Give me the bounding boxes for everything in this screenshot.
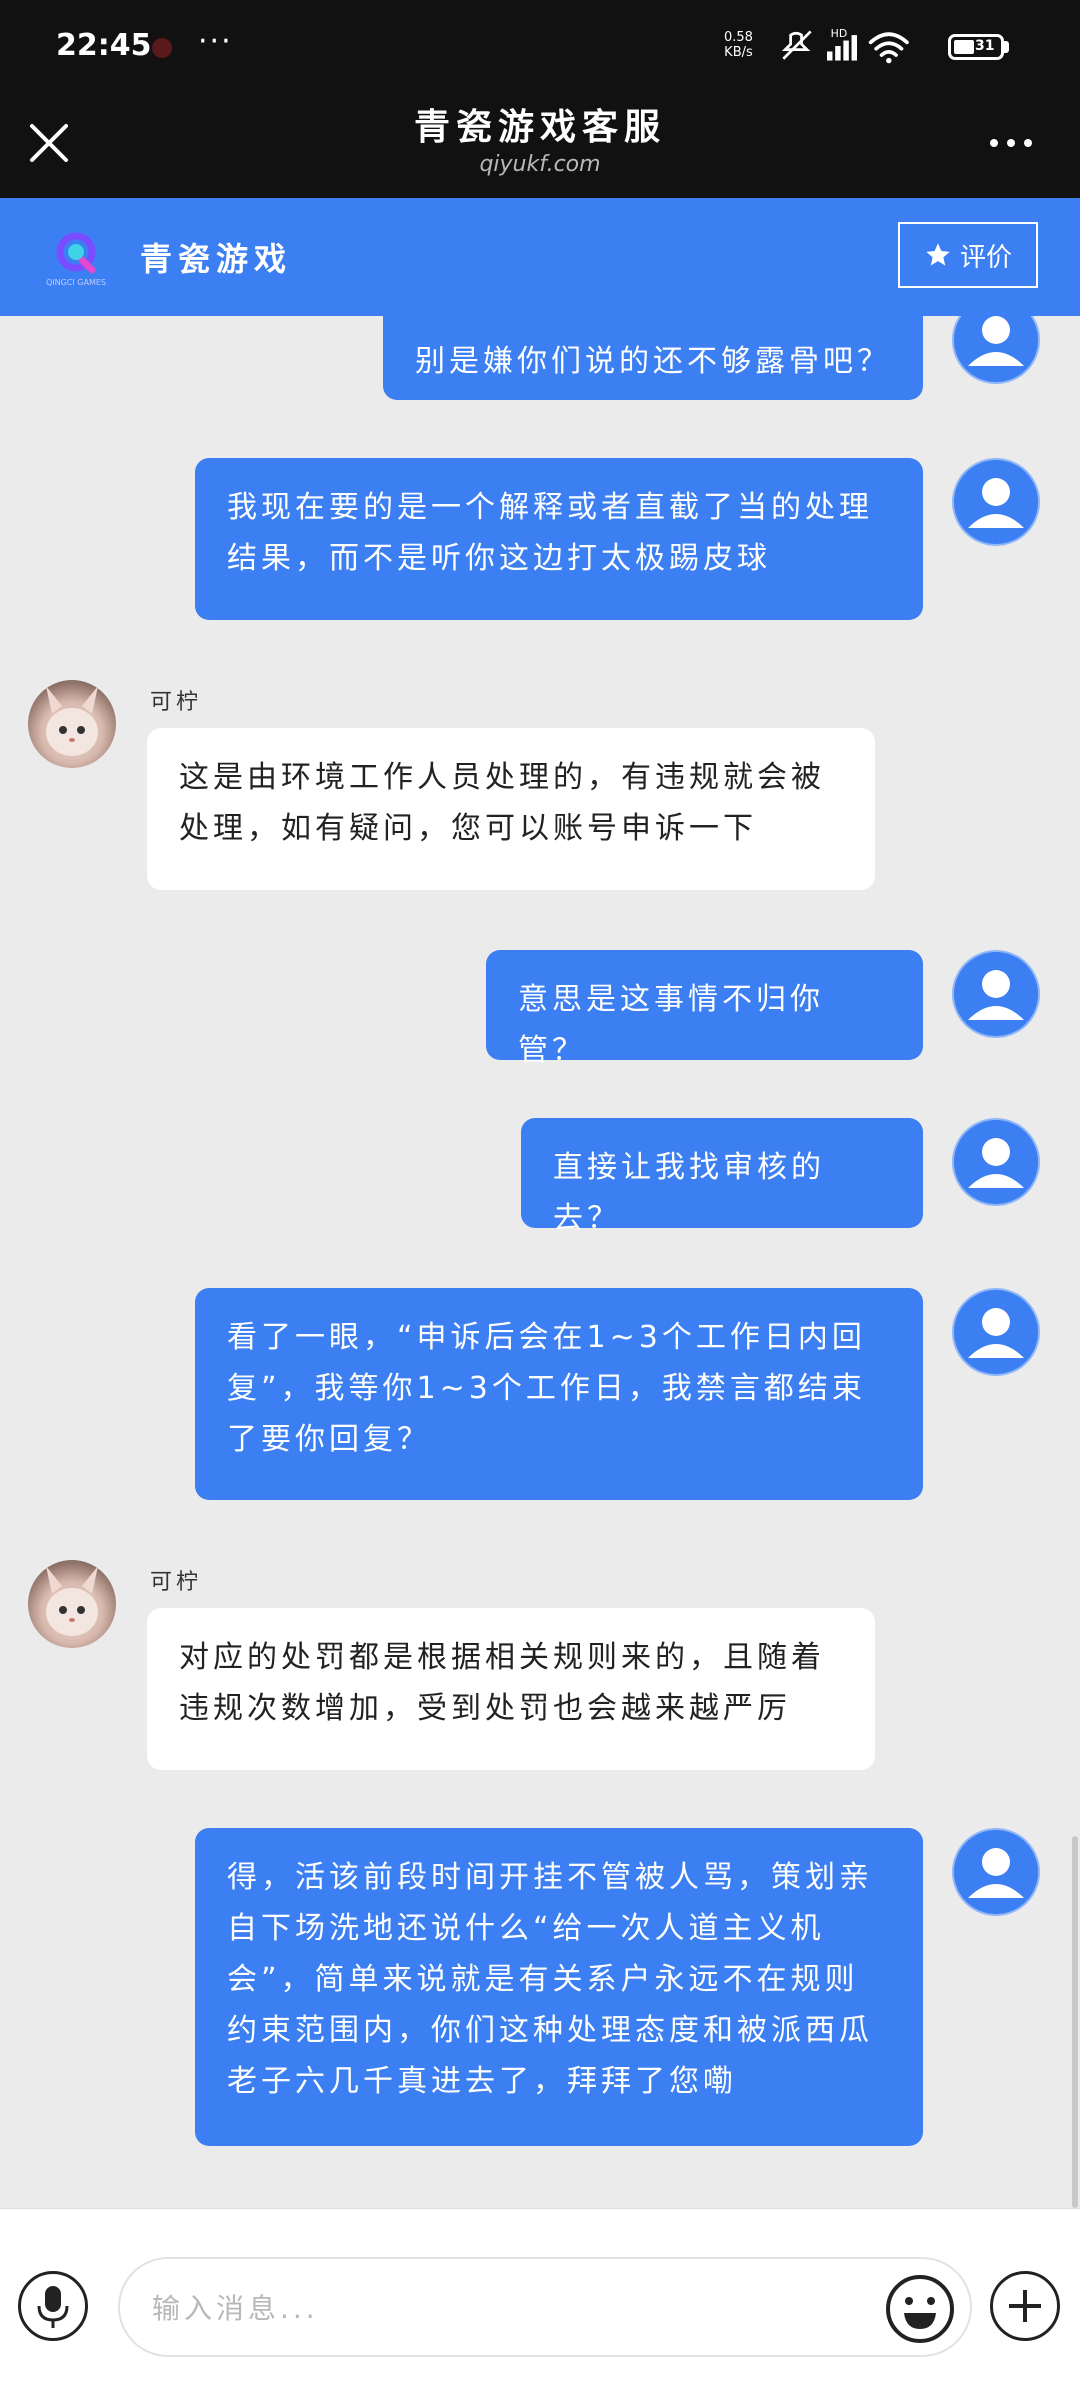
page-subtitle: qiyukf.com — [479, 152, 601, 177]
emoji-icon[interactable] — [884, 2273, 956, 2345]
message-input[interactable] — [150, 2287, 774, 2329]
user-message-bubble: 看了一眼，“申诉后会在1~3个工作日内回复”，我等你1~3个工作日，我禁言都结束… — [195, 1288, 923, 1500]
user-avatar — [952, 1288, 1040, 1376]
brand-logo-text: QINGCI GAMES — [45, 278, 107, 287]
chat-area[interactable]: 别是嫌你们说的还不够露骨吧？ 我现在要的是一个解释或者直截了当的处理结果，而不是… — [0, 316, 1080, 2208]
network-speed-value: 0.58 — [724, 30, 753, 45]
recording-indicator-icon — [152, 38, 172, 58]
voice-button[interactable] — [18, 2271, 88, 2341]
agent-message-bubble: 对应的处罚都是根据相关规则来的，且随着违规次数增加，受到处罚也会越来越严厉 — [147, 1608, 875, 1770]
user-message-bubble: 直接让我找审核的去？ — [521, 1118, 923, 1236]
battery-level: 31 — [975, 38, 995, 54]
input-bar — [0, 2208, 1080, 2400]
microphone-icon — [37, 2286, 69, 2328]
wifi-icon — [868, 32, 909, 57]
user-avatar — [952, 1118, 1040, 1206]
agent-avatar — [28, 1560, 116, 1648]
hd-label: HD — [831, 27, 848, 40]
status-bar: 22:45 ··· 0.58 KB/s HD 31 — [0, 0, 1080, 90]
user-avatar — [952, 458, 1040, 546]
agent-message-bubble: 这是由环境工作人员处理的，有违规就会被处理，如有疑问，您可以账号申诉一下 — [147, 728, 875, 890]
user-message-bubble: 意思是这事情不归你管？ — [486, 950, 923, 1068]
rate-button[interactable]: 评价 — [898, 222, 1038, 288]
agent-avatar — [28, 680, 116, 768]
brand-name: 青瓷游戏 — [140, 240, 293, 278]
network-speed-unit: KB/s — [724, 45, 753, 60]
more-options-icon[interactable] — [986, 120, 1036, 166]
user-avatar — [952, 950, 1040, 1038]
user-message-bubble: 别是嫌你们说的还不够露骨吧？ — [383, 316, 923, 400]
mute-icon — [781, 30, 812, 60]
title-bar: 青瓷游戏客服 qiyukf.com — [0, 90, 1080, 198]
star-icon — [926, 243, 950, 266]
status-time: 22:45 — [56, 28, 152, 63]
user-avatar — [952, 1828, 1040, 1916]
brand-bar: QINGCI GAMES 青瓷游戏 评价 — [0, 198, 1080, 316]
user-message-bubble: 我现在要的是一个解释或者直截了当的处理结果，而不是听你这边打太极踢皮球 — [195, 458, 923, 620]
agent-name: 可柠 — [150, 690, 203, 715]
status-icons: HD — [781, 27, 909, 64]
battery-tip — [1004, 41, 1009, 53]
user-avatar — [952, 316, 1040, 384]
more-actions-button[interactable] — [990, 2271, 1060, 2341]
user-message-bubble: 得，活该前段时间开挂不管被人骂，策划亲自下场洗地还说什么“给一次人道主义机会”，… — [195, 1828, 923, 2146]
agent-name: 可柠 — [150, 1570, 203, 1595]
page-title: 青瓷游戏客服 — [413, 107, 666, 148]
status-more-indicator: ··· — [198, 24, 233, 59]
message-input-field[interactable] — [118, 2257, 972, 2357]
battery-icon: 31 — [948, 34, 1004, 60]
rate-label: 评价 — [959, 242, 1012, 273]
chat-scrollbar[interactable] — [1072, 1836, 1078, 2208]
plus-icon — [1009, 2290, 1041, 2322]
network-speed: 0.58 KB/s — [724, 30, 753, 60]
